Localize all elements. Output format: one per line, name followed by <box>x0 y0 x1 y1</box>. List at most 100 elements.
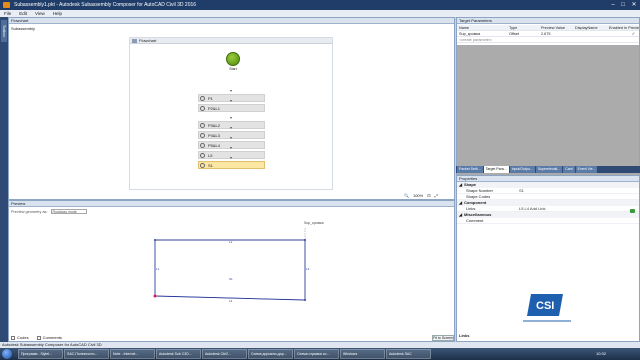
property-name: Links <box>466 206 476 211</box>
menu-view[interactable]: View <box>35 10 45 17</box>
subassembly-preview[interactable]: Sup_кромка L2 L1 L3 L4 S1 <box>130 210 330 310</box>
taskbar-item[interactable]: Windows <box>340 349 385 359</box>
taskbar-item[interactable]: SAC-Полезности... <box>64 349 109 359</box>
create-parameter-row[interactable]: <create parameter> <box>457 37 639 43</box>
maximize-button[interactable]: □ <box>618 1 628 9</box>
flow-arrow-icon: ▾ <box>230 125 233 130</box>
geometry-step-icon <box>200 153 205 158</box>
property-value[interactable] <box>517 194 519 199</box>
close-button[interactable]: ✕ <box>629 1 639 9</box>
start-menu-button[interactable] <box>2 349 12 359</box>
geometry-step-icon <box>200 133 205 138</box>
column-header[interactable]: DisplayName <box>573 25 607 30</box>
taskbar-item[interactable]: Autodesk SAC <box>386 349 431 359</box>
preview-footer: Codes Comments <box>11 335 62 340</box>
comments-checkbox[interactable]: Comments <box>36 335 62 340</box>
property-value[interactable]: L5 L4 Add Link <box>517 206 545 211</box>
menu-edit[interactable]: Edit <box>19 10 27 17</box>
menu-bar: File Edit View Help <box>0 10 640 17</box>
expand-icon[interactable]: ⤢ <box>435 193 438 198</box>
flow-arrow-icon: ▾ <box>230 98 233 103</box>
shape-outline <box>154 239 306 301</box>
taskbar-item[interactable]: Программ - Stylel... <box>18 349 63 359</box>
target-parameters-panel: Target Parameters Name Type Preview Valu… <box>456 17 640 175</box>
panel-tab[interactable]: Event Vie... <box>575 166 598 173</box>
property-row[interactable]: Comment <box>457 218 639 224</box>
property-category-label: Shape <box>464 182 477 187</box>
taskbar-item[interactable]: Autodesk Ctrl2... <box>202 349 247 359</box>
property-value[interactable]: S1 <box>517 188 524 193</box>
property-name: Shape Codes <box>466 194 491 199</box>
flow-step[interactable]: S1 <box>198 161 265 169</box>
flowchart-canvas-title: Flowchart <box>130 38 332 44</box>
taskbar: Программ - Stylel... SAC-Полезности... Not… <box>0 348 640 360</box>
param-enabled-checkbox[interactable]: ✓ <box>607 31 639 36</box>
app-icon <box>3 2 10 8</box>
param-display-name[interactable] <box>573 31 607 36</box>
link-label: L2 <box>229 240 233 244</box>
flowchart-canvas[interactable]: Flowchart Start ▾ P1 ▾ P2&L1 ▾ P3&L2 ▾ P4&L3 ▾ P5… <box>129 37 333 190</box>
flow-step-label: P5&L4 <box>208 143 221 148</box>
property-value[interactable] <box>517 218 519 223</box>
vendor-logo: CSI <box>523 294 571 322</box>
target-label: Sup_кромка <box>304 221 324 225</box>
flow-step-label: L5 <box>208 153 213 158</box>
link-label: L3 <box>306 267 310 271</box>
flow-step-label: P3&L2 <box>208 123 221 128</box>
fit-to-screen-button[interactable]: Fit to Screen <box>432 335 454 341</box>
fit-icon[interactable]: ⊡ <box>427 193 430 198</box>
flowchart-breadcrumb: Subassembly <box>11 26 36 31</box>
panel-tab[interactable]: Target Para... <box>483 166 509 173</box>
target-parameters-empty-area <box>457 45 639 175</box>
codes-checkbox[interactable]: Codes <box>11 335 29 340</box>
link-label: L4 <box>229 299 233 303</box>
preview-toolbar: Preview geometry as: Roadway mode <box>11 209 87 214</box>
shape-label: S1 <box>229 277 233 281</box>
zoom-bar: 🔍 100% ⊡ ⤢ <box>404 191 456 199</box>
menu-file[interactable]: File <box>4 10 11 17</box>
taskbar-item[interactable]: Схема отрывки со... <box>294 349 339 359</box>
flow-step[interactable]: P2&L1 <box>198 104 265 112</box>
add-link-icon[interactable] <box>630 209 635 213</box>
panel-tabstrip: Packet Setti... Target Para... Input/Outpu… <box>456 166 640 173</box>
column-header[interactable]: Type <box>507 25 539 30</box>
taskbar-item[interactable]: Note - Internet... <box>110 349 155 359</box>
param-name[interactable]: Sup_кромка <box>457 31 507 36</box>
column-header[interactable]: Enabled In Preview <box>607 25 639 30</box>
taskbar-item[interactable]: Схема дорожно-дор... <box>248 349 293 359</box>
preview-mode-select[interactable]: Roadway mode <box>50 209 87 214</box>
property-name: Shape Number <box>466 188 493 193</box>
zoom-out-icon[interactable]: 🔍 <box>404 193 409 198</box>
flowchart-panel-header: Flowchart <box>9 18 454 24</box>
column-header[interactable]: Name <box>457 25 507 30</box>
start-node[interactable] <box>226 52 240 66</box>
geometry-step-icon <box>200 96 205 101</box>
create-parameter-placeholder[interactable]: <create parameter> <box>457 37 492 42</box>
flow-step-label: P4&L3 <box>208 133 221 138</box>
menu-help[interactable]: Help <box>53 10 62 17</box>
minimize-button[interactable]: – <box>608 1 618 9</box>
flow-arrow-icon: ▾ <box>230 155 233 160</box>
panel-tab[interactable]: Superelevati... <box>535 166 563 173</box>
property-category-label: Miscellaneous <box>464 212 492 217</box>
panel-tab[interactable]: Input/Outpu... <box>509 166 535 173</box>
toolbox-tab[interactable]: Toolbox <box>1 20 7 42</box>
window-title: Subassembly1.pkt - Autodesk Subassembly … <box>14 2 197 8</box>
point-marker <box>154 239 156 241</box>
preview-mode-label: Preview geometry as: <box>11 209 48 214</box>
panel-tab[interactable]: Packet Setti... <box>457 166 483 173</box>
start-node-label: Start <box>229 67 237 71</box>
taskbar-item[interactable]: Autodesk Sub C3D... <box>156 349 201 359</box>
param-preview-value[interactable]: 2.675 <box>539 31 573 36</box>
preview-panel-header: Preview <box>9 201 454 207</box>
flow-arrow-icon: ▾ <box>230 88 233 93</box>
property-category-label: Component <box>464 200 487 205</box>
flow-arrow-icon: ▾ <box>230 115 233 120</box>
param-type[interactable]: Offset <box>507 31 539 36</box>
flow-step-label: S1 <box>208 163 213 168</box>
link-label: L1 <box>156 267 160 271</box>
panel-tab[interactable]: Cant <box>563 166 575 173</box>
flowchart-icon <box>132 39 137 43</box>
column-header[interactable]: Preview Value <box>539 25 573 30</box>
properties-grid: ◢ Shape Shape Number S1 Shape Codes ◢ Componen… <box>457 182 639 224</box>
